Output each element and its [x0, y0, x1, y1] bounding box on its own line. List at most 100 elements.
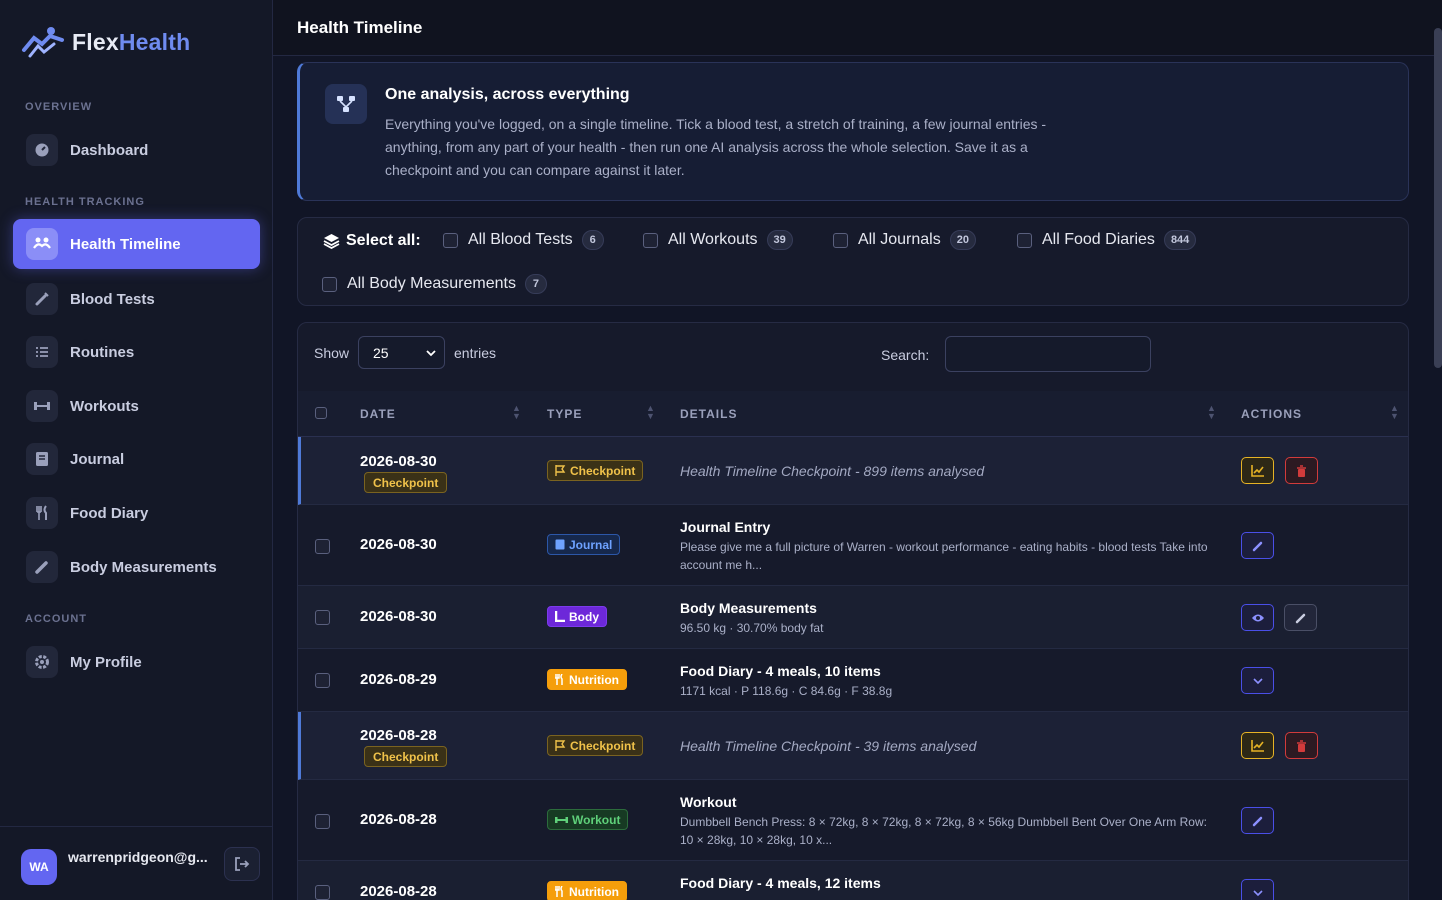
type-badge: Workout [547, 809, 629, 830]
delete-button[interactable] [1285, 457, 1318, 484]
row-checkbox[interactable] [315, 885, 330, 900]
column-header-date[interactable]: DATE [360, 407, 396, 421]
chart-line-icon [1251, 739, 1264, 752]
expand-button[interactable] [1241, 667, 1274, 694]
column-header-type[interactable]: TYPE [547, 407, 582, 421]
checkbox[interactable] [443, 232, 458, 248]
type-badge: Nutrition [547, 881, 627, 900]
section-label-account: ACCOUNT [25, 613, 87, 625]
select-all-rows-checkbox[interactable] [315, 407, 327, 419]
chevron-down-icon [426, 350, 436, 357]
gauge-icon [26, 134, 58, 166]
sort-icon[interactable]: ▲ ▼ [646, 404, 655, 421]
row-title: Food Diary - 4 meals, 10 items [680, 663, 881, 679]
view-chart-button[interactable] [1241, 457, 1274, 484]
select-all-blood-tests[interactable]: All Blood Tests 6 [443, 230, 604, 250]
sidebar-item-label: Blood Tests [70, 290, 155, 308]
sidebar-item-routines[interactable]: Routines [13, 327, 260, 377]
sidebar-item-my-profile[interactable]: My Profile [13, 637, 260, 687]
select-all-bar: Select all: All Blood Tests 6 All Workout… [297, 217, 1409, 306]
expand-button[interactable] [1241, 879, 1274, 900]
sidebar-item-blood-tests[interactable]: Blood Tests [13, 274, 260, 324]
diagram-icon [325, 84, 367, 124]
user-email: warrenpridgeon@g... [68, 849, 208, 865]
info-title: One analysis, across everything [385, 86, 630, 103]
info-body: Everything you've logged, on a single ti… [385, 116, 1047, 178]
sidebar-item-label: Food Diary [70, 504, 149, 522]
show-label: Show [314, 345, 350, 361]
table-row[interactable]: 2026-08-28 Nutrition Food Diary - 4 meal… [298, 861, 1408, 900]
user-footer: WA warrenpridgeon@g... [0, 826, 272, 900]
avatar[interactable]: WA [21, 849, 57, 885]
checkbox[interactable] [1017, 232, 1032, 248]
checkbox[interactable] [322, 276, 337, 292]
type-badge: Checkpoint [547, 735, 644, 756]
flag-icon [555, 740, 566, 751]
list-icon [26, 336, 58, 368]
select-all-workouts[interactable]: All Workouts 39 [643, 230, 793, 250]
logout-button[interactable] [224, 847, 260, 881]
row-subtitle: 96.50 kg · 30.70% body fat [680, 621, 824, 635]
count-badge: 20 [949, 230, 976, 250]
row-details: Health Timeline Checkpoint - 39 items an… [680, 738, 977, 754]
syringe-icon [26, 283, 58, 315]
eye-icon [1251, 614, 1264, 621]
select-all-food-diaries[interactable]: All Food Diaries 844 [1017, 230, 1197, 250]
edit-button[interactable] [1241, 807, 1274, 834]
sidebar-item-label: Body Measurements [70, 558, 217, 576]
edit-button[interactable] [1284, 604, 1317, 631]
chart-line-icon [1251, 464, 1264, 477]
sidebar-item-label: Routines [70, 343, 135, 361]
sidebar-item-body-measurements[interactable]: Body Measurements [13, 542, 260, 592]
sort-icon[interactable]: ▲ ▼ [1390, 404, 1399, 421]
checkbox[interactable] [833, 232, 848, 248]
row-title: Body Measurements [680, 600, 817, 616]
main-content: Health Timeline One analysis, across eve… [273, 0, 1442, 900]
table-row[interactable]: 2026-08-30 Journal Journal Entry Please … [298, 505, 1408, 586]
row-checkbox[interactable] [315, 610, 330, 625]
row-details: Health Timeline Checkpoint - 899 items a… [680, 463, 985, 479]
page-size-select[interactable]: 25 [358, 336, 445, 369]
row-date: 2026-08-30 [360, 453, 437, 470]
row-subtitle: Please give me a full picture of Warren … [680, 540, 1208, 572]
row-checkbox[interactable] [315, 673, 330, 688]
search-input[interactable] [945, 336, 1151, 372]
page-scrollbar[interactable] [1434, 28, 1442, 368]
sidebar-item-label: Dashboard [70, 141, 149, 159]
pencil-icon [1252, 816, 1262, 826]
table-row[interactable]: 2026-08-29 Nutrition Food Diary - 4 meal… [298, 649, 1408, 712]
select-all-body-measurements[interactable]: All Body Measurements 7 [322, 274, 547, 294]
search-label: Search: [881, 347, 930, 363]
count-badge: 7 [524, 274, 547, 294]
row-date: 2026-08-28 [360, 883, 437, 900]
table-row[interactable]: 2026-08-30 Body Body Measurements 96.50 … [298, 586, 1408, 649]
checkbox[interactable] [643, 232, 658, 248]
edit-button[interactable] [1241, 532, 1274, 559]
row-checkbox[interactable] [315, 539, 330, 554]
sidebar-item-health-timeline[interactable]: Health Timeline [13, 219, 260, 269]
sidebar-item-food-diary[interactable]: Food Diary [13, 488, 260, 538]
layers-icon [323, 234, 340, 249]
row-checkbox[interactable] [315, 814, 330, 829]
view-chart-button[interactable] [1241, 732, 1274, 759]
column-header-details[interactable]: DETAILS [680, 407, 737, 421]
sort-icon[interactable]: ▲ ▼ [1207, 404, 1216, 421]
info-banner: One analysis, across everything Everythi… [297, 62, 1409, 201]
app: FlexHealth OVERVIEW Dashboard HEALTH TRA… [0, 0, 1442, 900]
table-row[interactable]: 2026-08-28 Workout Workout Dumbbell Benc… [298, 780, 1408, 861]
chevron-down-icon [1252, 889, 1263, 896]
table-row[interactable]: 2026-08-30 Checkpoint Checkpoint Health … [298, 437, 1408, 505]
sidebar-item-journal[interactable]: Journal [13, 434, 260, 484]
row-date: 2026-08-28 [360, 811, 437, 828]
brand-logo[interactable]: FlexHealth [20, 24, 190, 60]
table-row[interactable]: 2026-08-28 Checkpoint Checkpoint Health … [298, 712, 1408, 780]
select-all-journals[interactable]: All Journals 20 [833, 230, 976, 250]
sort-icon[interactable]: ▲ ▼ [512, 404, 521, 421]
sidebar-item-dashboard[interactable]: Dashboard [13, 125, 260, 175]
checkpoint-tag: Checkpoint [364, 746, 448, 767]
count-badge: 844 [1163, 230, 1197, 250]
delete-button[interactable] [1285, 732, 1318, 759]
view-button[interactable] [1241, 604, 1274, 631]
sidebar-item-workouts[interactable]: Workouts [13, 381, 260, 431]
select-all-label: Select all: [323, 232, 421, 250]
